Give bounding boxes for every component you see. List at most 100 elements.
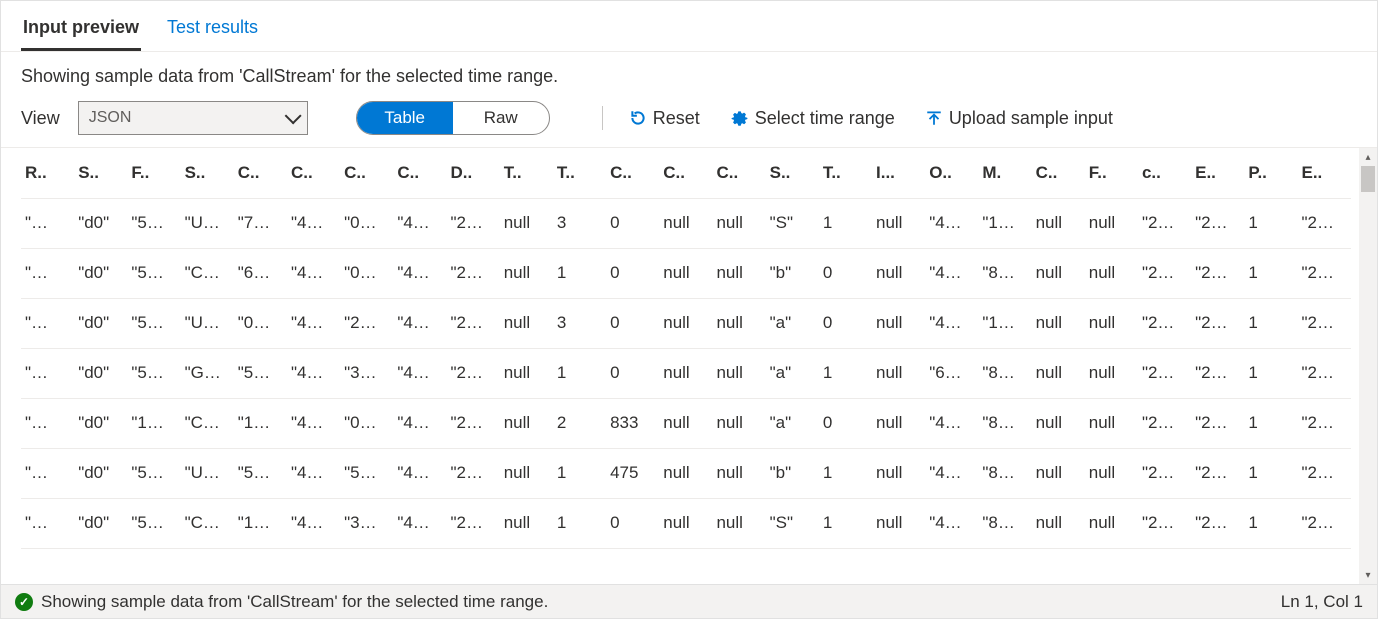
- table-cell: "d0": [74, 498, 127, 548]
- table-cell: null: [872, 498, 925, 548]
- select-time-range-button[interactable]: Select time range: [730, 108, 895, 129]
- table-cell: "4…: [393, 498, 446, 548]
- column-header[interactable]: C..: [393, 148, 446, 198]
- table-cell: 475: [606, 448, 659, 498]
- column-header[interactable]: P..: [1244, 148, 1297, 198]
- column-header[interactable]: R..: [21, 148, 74, 198]
- table-cell: "d0": [74, 198, 127, 248]
- vertical-scrollbar[interactable]: ▴ ▾: [1359, 148, 1377, 584]
- table-cell: "a": [766, 398, 819, 448]
- table-cell: "5…: [127, 348, 180, 398]
- column-header[interactable]: F..: [1085, 148, 1138, 198]
- table-row[interactable]: "…"d0""5…"G…"5…"4…"3…"4…"2…null10nullnul…: [21, 348, 1351, 398]
- table-cell: "5…: [340, 448, 393, 498]
- table-cell: null: [872, 448, 925, 498]
- column-header[interactable]: c..: [1138, 148, 1191, 198]
- table-row[interactable]: "…"d0""5…"C…"1…"4…"3…"4…"2…null10nullnul…: [21, 498, 1351, 548]
- table-cell: 0: [819, 248, 872, 298]
- table-cell: "4…: [393, 248, 446, 298]
- scroll-thumb[interactable]: [1361, 166, 1375, 192]
- toggle-raw[interactable]: Raw: [453, 102, 549, 134]
- column-header[interactable]: E..: [1191, 148, 1244, 198]
- table-cell: "5…: [234, 348, 287, 398]
- table-cell: "1…: [234, 398, 287, 448]
- table-row[interactable]: "…"d0""5…"C…"6…"4…"0…"4…"2…null10nullnul…: [21, 248, 1351, 298]
- column-header[interactable]: C..: [712, 148, 765, 198]
- reset-button[interactable]: Reset: [629, 108, 700, 129]
- table-cell: "4…: [287, 448, 340, 498]
- table-cell: null: [659, 498, 712, 548]
- table-cell: null: [872, 198, 925, 248]
- column-header[interactable]: D..: [447, 148, 500, 198]
- column-header[interactable]: S..: [181, 148, 234, 198]
- table-row[interactable]: "…"d0""5…"U…"0…"4…"2…"4…"2…null30nullnul…: [21, 298, 1351, 348]
- table-cell: "4…: [287, 248, 340, 298]
- table-cell: "2…: [1298, 498, 1352, 548]
- table-cell: null: [1085, 248, 1138, 298]
- table-cell: 1: [819, 198, 872, 248]
- table-cell: null: [1085, 198, 1138, 248]
- table-cell: "2…: [1138, 498, 1191, 548]
- table-cell: "U…: [181, 448, 234, 498]
- table-cell: "S": [766, 198, 819, 248]
- table-cell: "8…: [978, 348, 1031, 398]
- table-cell: "2…: [1298, 398, 1352, 448]
- table-row[interactable]: "…"d0""5…"U…"5…"4…"5…"4…"2…null1475nulln…: [21, 448, 1351, 498]
- table-cell: 1: [1244, 398, 1297, 448]
- table-cell: "4…: [287, 198, 340, 248]
- column-header[interactable]: C..: [606, 148, 659, 198]
- format-dropdown[interactable]: JSON: [78, 101, 308, 135]
- table-cell: null: [659, 248, 712, 298]
- separator: [602, 106, 603, 130]
- column-header[interactable]: C..: [234, 148, 287, 198]
- tab-test-results[interactable]: Test results: [165, 11, 260, 51]
- table-cell: 3: [553, 198, 606, 248]
- table-cell: "3…: [340, 348, 393, 398]
- table-cell: "C…: [181, 398, 234, 448]
- column-header[interactable]: F..: [127, 148, 180, 198]
- table-cell: null: [500, 298, 553, 348]
- column-header[interactable]: C..: [340, 148, 393, 198]
- table-cell: "2…: [1138, 298, 1191, 348]
- column-header[interactable]: O..: [925, 148, 978, 198]
- status-bar: ✓ Showing sample data from 'CallStream' …: [1, 584, 1377, 618]
- view-toggle: Table Raw: [356, 101, 550, 135]
- table-cell: "4…: [393, 198, 446, 248]
- toggle-table[interactable]: Table: [357, 102, 453, 134]
- column-header[interactable]: T..: [819, 148, 872, 198]
- column-header[interactable]: I...: [872, 148, 925, 198]
- table-row[interactable]: "…"d0""5…"U…"7…"4…"0…"4…"2…null30nullnul…: [21, 198, 1351, 248]
- table-cell: "8…: [978, 448, 1031, 498]
- tab-input-preview[interactable]: Input preview: [21, 11, 141, 51]
- table-cell: "1…: [978, 298, 1031, 348]
- table-cell: "4…: [287, 298, 340, 348]
- column-header[interactable]: T..: [553, 148, 606, 198]
- column-header[interactable]: E..: [1298, 148, 1352, 198]
- column-header[interactable]: T..: [500, 148, 553, 198]
- table-cell: "1…: [234, 498, 287, 548]
- table-cell: "2…: [1191, 498, 1244, 548]
- column-header[interactable]: M.: [978, 148, 1031, 198]
- column-header[interactable]: C..: [1032, 148, 1085, 198]
- column-header[interactable]: S..: [766, 148, 819, 198]
- table-cell: "2…: [1191, 298, 1244, 348]
- upload-sample-button[interactable]: Upload sample input: [925, 108, 1113, 129]
- table-cell: 1: [553, 348, 606, 398]
- cursor-position: Ln 1, Col 1: [1281, 592, 1363, 612]
- column-header[interactable]: C..: [659, 148, 712, 198]
- scroll-down-icon[interactable]: ▾: [1359, 566, 1377, 584]
- table-cell: null: [1085, 498, 1138, 548]
- table-cell: "5…: [127, 448, 180, 498]
- table-row[interactable]: "…"d0""1…"C…"1…"4…"0…"4…"2…null2833nulln…: [21, 398, 1351, 448]
- table-cell: "5…: [127, 248, 180, 298]
- scroll-up-icon[interactable]: ▴: [1359, 148, 1377, 166]
- table-cell: "2…: [1298, 248, 1352, 298]
- table-cell: "…: [21, 348, 74, 398]
- table-cell: "2…: [1191, 348, 1244, 398]
- table-cell: "a": [766, 298, 819, 348]
- table-cell: 1: [1244, 498, 1297, 548]
- table-cell: "4…: [287, 348, 340, 398]
- column-header[interactable]: C..: [287, 148, 340, 198]
- column-header[interactable]: S..: [74, 148, 127, 198]
- reset-icon: [629, 109, 647, 127]
